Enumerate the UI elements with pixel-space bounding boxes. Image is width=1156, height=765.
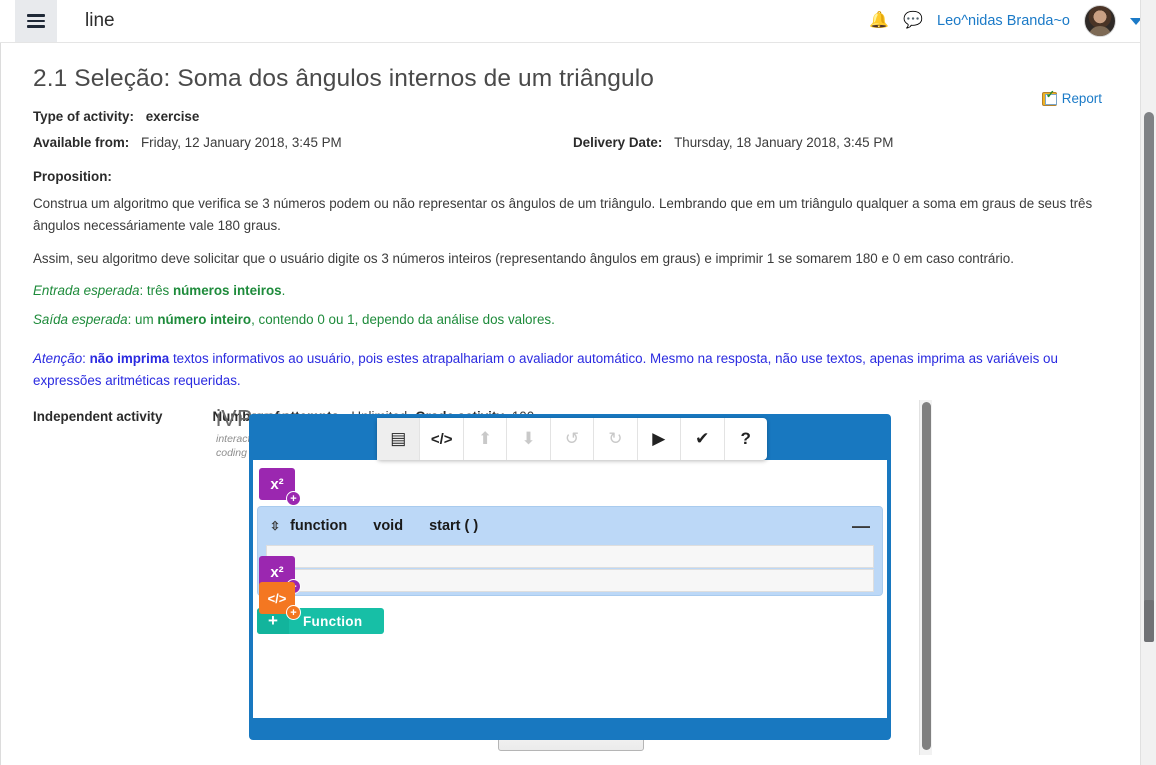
page-scrollbar[interactable]: [1140, 0, 1156, 765]
ivprog-code-area: x² + ⇳ function void start ( ) —: [253, 460, 887, 718]
activity-type-value: exercise: [146, 109, 200, 124]
ivprog-embed: iVProg interactive coding ▤ </> ⬆ ⬇ ↺: [211, 400, 933, 755]
proposition-heading: Proposition:: [33, 167, 1110, 186]
available-from-group: Available from: Friday, 12 January 2018,…: [33, 133, 573, 152]
attention-text-b: não imprima: [90, 351, 170, 366]
available-from-value: Friday, 12 January 2018, 3:45 PM: [141, 135, 342, 150]
question-mark-icon: ?: [741, 429, 751, 449]
function-card-header: ⇳ function void start ( ) —: [258, 507, 882, 545]
expected-output-text-c: , contendo 0 ou 1, dependo da análise do…: [251, 312, 555, 327]
ivprog-scrollbar-thumb[interactable]: [922, 402, 931, 750]
hamburger-menu-button[interactable]: [15, 0, 57, 42]
expected-output-text-a: : um: [128, 312, 158, 327]
attention-text-a: :: [82, 351, 89, 366]
function-variables-row[interactable]: [266, 545, 874, 568]
plus-icon: +: [286, 605, 301, 620]
layout-view-button[interactable]: ▤: [377, 418, 420, 460]
attention-paragraph: Atenção: não imprima textos informativos…: [33, 348, 1110, 391]
proposition-paragraph-1: Construa um algoritmo que verifica se 3 …: [33, 193, 1110, 237]
page-scrollbar-thumb-secondary[interactable]: [1144, 600, 1154, 642]
function-card: ⇳ function void start ( ) —: [257, 506, 883, 596]
function-body-rows: [258, 545, 882, 592]
dates-row: Available from: Friday, 12 January 2018,…: [33, 133, 1110, 159]
code-icon: </>: [268, 591, 287, 606]
add-command-button[interactable]: </> +: [259, 582, 295, 614]
download-icon: ⬇: [521, 429, 535, 449]
chat-icon[interactable]: 💬: [903, 13, 923, 29]
ivprog-toolbar: ▤ </> ⬆ ⬇ ↺ ↻ ▶: [377, 418, 767, 460]
variable-icon: x²: [270, 476, 283, 493]
proposition-paragraph-2: Assim, seu algoritmo deve solicitar que …: [33, 248, 1110, 270]
redo-icon: ↻: [608, 429, 622, 449]
add-global-variable-button[interactable]: x² +: [259, 468, 295, 500]
attention-label: Atenção: [33, 351, 82, 366]
download-button[interactable]: ⬇: [507, 418, 550, 460]
delivery-date-group: Delivery Date: Thursday, 18 January 2018…: [573, 133, 893, 152]
expected-output-line: Saída esperada: um número inteiro, conte…: [33, 310, 1110, 331]
code-view-button[interactable]: </>: [420, 418, 463, 460]
function-name[interactable]: start ( ): [429, 518, 478, 534]
bell-icon[interactable]: 🔔: [869, 13, 889, 29]
upload-button[interactable]: ⬆: [464, 418, 507, 460]
hamburger-icon: [27, 11, 45, 31]
available-from-label: Available from:: [33, 135, 129, 150]
user-menu-label[interactable]: Leo^nidas Branda~o: [937, 13, 1070, 29]
page-scrollbar-thumb[interactable]: [1144, 112, 1154, 639]
undo-icon: ↺: [565, 429, 579, 449]
expected-output-text-b: número inteiro: [157, 312, 251, 327]
expected-input-label: Entrada esperada: [33, 283, 139, 298]
plus-icon: +: [286, 491, 301, 506]
minimize-icon[interactable]: —: [852, 517, 870, 535]
ivprog-scrollbar[interactable]: [919, 400, 932, 755]
function-return-type[interactable]: void: [373, 518, 403, 534]
help-button[interactable]: ?: [725, 418, 767, 460]
window-icon: ▤: [390, 429, 406, 449]
upload-icon: ⬆: [478, 429, 492, 449]
attention-text-c: textos informativos ao usuário, pois est…: [33, 351, 1058, 387]
add-function-label: Function: [289, 614, 384, 629]
report-label: Report: [1062, 91, 1102, 106]
page-title: 2.1 Seleção: Soma dos ângulos internos d…: [33, 65, 1110, 93]
redo-button[interactable]: ↻: [594, 418, 637, 460]
avatar[interactable]: [1084, 5, 1116, 37]
check-icon: ✔: [695, 429, 709, 449]
proposition-label: Proposition:: [33, 169, 112, 184]
expected-input-line: Entrada esperada: três números inteiros.: [33, 281, 1110, 302]
play-icon: ▶: [652, 429, 665, 449]
function-keyword: function: [290, 518, 347, 534]
expected-input-text-b: números inteiros: [173, 283, 282, 298]
top-navbar: line 🔔 💬 Leo^nidas Branda~o: [0, 0, 1156, 43]
expected-output-label: Saída esperada: [33, 312, 128, 327]
report-link[interactable]: Report: [1042, 91, 1102, 106]
run-button[interactable]: ▶: [638, 418, 681, 460]
navbar-right-group: 🔔 💬 Leo^nidas Branda~o: [869, 5, 1142, 37]
activity-content: 2.1 Seleção: Soma dos ângulos internos d…: [1, 43, 1140, 424]
evaluate-button[interactable]: ✔: [681, 418, 724, 460]
expected-input-text-c: .: [282, 283, 286, 298]
expected-input-text-a: : três: [139, 283, 172, 298]
variable-icon: x²: [270, 564, 283, 581]
code-icon: </>: [431, 431, 453, 448]
activity-type-row: Type of activity: exercise: [33, 107, 1110, 126]
activity-type-label: Type of activity:: [33, 109, 134, 124]
ivprog-panel: ▤ </> ⬆ ⬇ ↺ ↻ ▶: [249, 414, 891, 740]
undo-button[interactable]: ↺: [551, 418, 594, 460]
function-commands-row[interactable]: [266, 569, 874, 592]
independent-activity-label: Independent activity: [33, 409, 162, 424]
reorder-handle-icon[interactable]: ⇳: [270, 519, 280, 533]
delivery-date-value: Thursday, 18 January 2018, 3:45 PM: [674, 135, 893, 150]
site-brand[interactable]: line: [85, 10, 115, 32]
page-container: Report 2.1 Seleção: Soma dos ângulos int…: [0, 43, 1140, 765]
report-icon: [1042, 92, 1057, 106]
delivery-date-label: Delivery Date:: [573, 135, 662, 150]
